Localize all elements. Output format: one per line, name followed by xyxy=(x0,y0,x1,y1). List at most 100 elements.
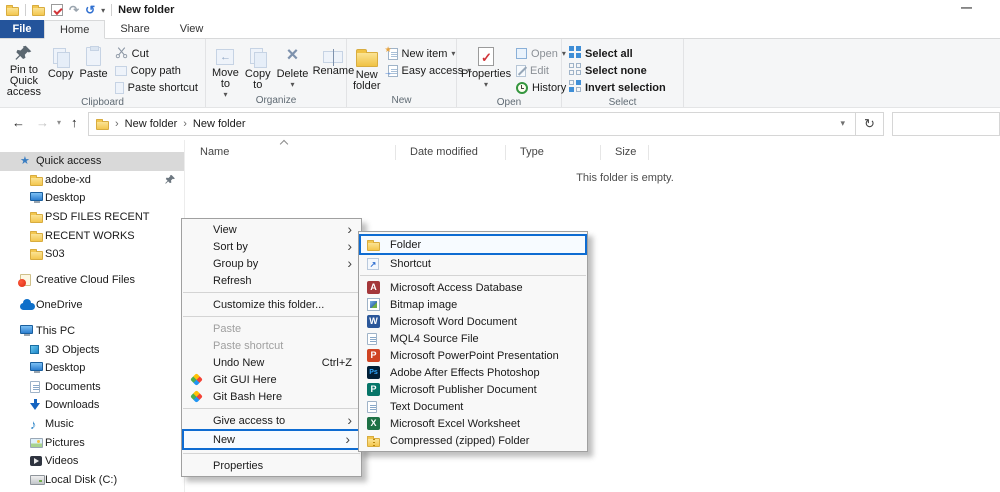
sidebar-item-recent-works[interactable]: RECENT WORKS xyxy=(0,226,184,245)
submenu-item-bitmap-image[interactable]: Bitmap image xyxy=(359,296,587,313)
delete-button[interactable]: × Delete ▾ xyxy=(275,42,311,94)
sidebar-item-label: Creative Cloud Files xyxy=(36,274,135,286)
menu-item-label: Undo New xyxy=(213,357,264,369)
submenu-item-mql4-source-file[interactable]: MQL4 Source File xyxy=(359,330,587,347)
minimize-button[interactable]: — xyxy=(961,2,972,14)
select-none-button[interactable]: Select none xyxy=(566,62,669,79)
open-button[interactable]: Open ▾ xyxy=(513,45,569,62)
context-menu-item-customize-this-folder[interactable]: Customize this folder... xyxy=(182,296,361,313)
breadcrumb-segment[interactable]: New folder xyxy=(193,118,246,130)
group-label-clipboard: Clipboard xyxy=(0,96,205,109)
title-bar: ↷ ↺ ▾ New folder — xyxy=(0,0,1000,20)
context-menu-item-refresh[interactable]: Refresh xyxy=(182,272,361,289)
submenu-item-excel-worksheet[interactable]: Microsoft Excel Worksheet xyxy=(359,415,587,432)
tab-view[interactable]: View xyxy=(165,20,219,38)
column-header-date-modified[interactable]: Date modified xyxy=(396,145,506,160)
qat-new-folder-icon[interactable] xyxy=(32,7,45,16)
menu-item-label: Microsoft Publisher Document xyxy=(390,384,537,396)
search-input[interactable] xyxy=(892,112,1000,136)
sidebar-item-videos[interactable]: Videos xyxy=(0,452,184,471)
properties-button[interactable]: Properties ▾ xyxy=(461,42,511,94)
context-menu-item-git-gui-here[interactable]: Git GUI Here xyxy=(182,371,361,388)
submenu-item-folder[interactable]: Folder xyxy=(359,234,587,255)
forward-button[interactable]: → xyxy=(36,115,49,130)
qat-properties-icon[interactable] xyxy=(51,4,63,16)
address-folder-icon xyxy=(96,121,109,130)
submenu-item-publisher-document[interactable]: Microsoft Publisher Document xyxy=(359,381,587,398)
sidebar-item-creative-cloud-files[interactable]: Creative Cloud Files xyxy=(0,271,184,290)
select-all-button[interactable]: Select all xyxy=(566,45,669,62)
new-folder-button[interactable]: New folder xyxy=(351,42,383,94)
undo-icon[interactable]: ↺ xyxy=(85,3,95,17)
cut-button[interactable]: Cut xyxy=(112,45,201,62)
sidebar-item-documents[interactable]: Documents xyxy=(0,378,184,397)
sidebar-item-psd-files-recent[interactable]: PSD FILES RECENT xyxy=(0,208,184,227)
invert-selection-button[interactable]: Invert selection xyxy=(566,79,669,96)
address-dropdown-icon[interactable]: ▾ xyxy=(840,118,845,129)
sidebar-item-this-pc[interactable]: This PC xyxy=(0,322,184,341)
sidebar-item-adobe-xd[interactable]: adobe-xd xyxy=(0,171,184,190)
submenu-item-powerpoint-presentation[interactable]: Microsoft PowerPoint Presentation xyxy=(359,347,587,364)
menu-separator xyxy=(183,453,360,454)
qat-customize-dropdown-icon[interactable]: ▾ xyxy=(101,6,105,15)
context-menu-item-paste-shortcut[interactable]: Paste shortcut xyxy=(182,337,361,354)
copy-button[interactable]: Copy xyxy=(46,42,76,94)
address-bar[interactable]: › New folder › New folder ▾ xyxy=(88,112,856,136)
column-header-size[interactable]: Size xyxy=(601,145,649,160)
paste-button[interactable]: Paste xyxy=(78,42,110,94)
sidebar-item-music[interactable]: ♪ Music xyxy=(0,415,184,434)
sidebar-item-desktop[interactable]: Desktop xyxy=(0,359,184,378)
tab-home[interactable]: Home xyxy=(44,20,105,39)
sidebar-item-onedrive[interactable]: OneDrive xyxy=(0,296,184,315)
history-button[interactable]: History xyxy=(513,79,569,96)
submenu-arrow-icon: › xyxy=(347,256,352,271)
submenu-item-photoshop[interactable]: Adobe After Effects Photoshop xyxy=(359,364,587,381)
column-header-name[interactable]: Name xyxy=(186,145,396,160)
context-menu-item-give-access-to[interactable]: Give access to › xyxy=(182,412,361,429)
submenu-item-text-document[interactable]: Text Document xyxy=(359,398,587,415)
divider xyxy=(25,4,26,16)
context-menu-item-undo-new[interactable]: Undo New Ctrl+Z xyxy=(182,354,361,371)
move-to-button[interactable]: ← Move to ▾ xyxy=(210,42,241,94)
context-menu-item-view[interactable]: View › xyxy=(182,221,361,238)
sidebar-item-quick-access[interactable]: ★ Quick access xyxy=(0,152,184,171)
context-menu-item-git-bash-here[interactable]: Git Bash Here xyxy=(182,388,361,405)
copy-to-button[interactable]: Copy to xyxy=(243,42,273,94)
sidebar-item-label: RECENT WORKS xyxy=(45,230,135,242)
tab-share[interactable]: Share xyxy=(105,20,164,38)
select-none-icon xyxy=(569,63,581,78)
menu-separator xyxy=(183,316,360,317)
group-label-organize: Organize xyxy=(206,94,346,107)
copy-path-button[interactable]: Copy path xyxy=(112,62,201,79)
paste-shortcut-button[interactable]: Paste shortcut xyxy=(112,79,201,96)
submenu-item-word-document[interactable]: Microsoft Word Document xyxy=(359,313,587,330)
submenu-item-compressed-zipped-folder[interactable]: Compressed (zipped) Folder xyxy=(359,432,587,449)
up-button[interactable]: ↑ xyxy=(71,115,78,130)
context-menu-item-new[interactable]: New › xyxy=(182,429,361,450)
tab-file[interactable]: File xyxy=(0,20,44,38)
recent-locations-dropdown-icon[interactable]: ▾ xyxy=(57,118,61,127)
sidebar-item-local-disk-c[interactable]: Local Disk (C:) xyxy=(0,471,184,490)
context-menu-item-paste[interactable]: Paste xyxy=(182,320,361,337)
column-header-type[interactable]: Type xyxy=(506,145,601,160)
context-menu-item-properties[interactable]: Properties xyxy=(182,457,361,474)
text-file-icon xyxy=(367,401,377,413)
sidebar-item-desktop-qa[interactable]: Desktop xyxy=(0,189,184,208)
sidebar-item-s03[interactable]: S03 xyxy=(0,245,184,264)
submenu-arrow-icon: › xyxy=(347,413,352,428)
submenu-item-access-database[interactable]: Microsoft Access Database xyxy=(359,279,587,296)
sidebar-item-pictures[interactable]: Pictures xyxy=(0,433,184,452)
sidebar-item-downloads[interactable]: Downloads xyxy=(0,396,184,415)
context-menu-item-sort-by[interactable]: Sort by › xyxy=(182,238,361,255)
pin-to-quick-access-button[interactable]: Pin to Quick access xyxy=(4,42,44,94)
edit-button[interactable]: Edit xyxy=(513,62,569,79)
sidebar-item-3d-objects[interactable]: 3D Objects xyxy=(0,340,184,359)
button-label: Invert selection xyxy=(585,82,666,94)
breadcrumb-segment[interactable]: New folder xyxy=(125,118,178,130)
submenu-item-shortcut[interactable]: Shortcut xyxy=(359,255,587,272)
context-menu-item-group-by[interactable]: Group by › xyxy=(182,255,361,272)
back-button[interactable]: ← xyxy=(12,115,25,130)
group-label-select: Select xyxy=(562,96,683,109)
redo-icon[interactable]: ↷ xyxy=(69,3,79,17)
refresh-button[interactable]: ↻ xyxy=(856,112,884,136)
